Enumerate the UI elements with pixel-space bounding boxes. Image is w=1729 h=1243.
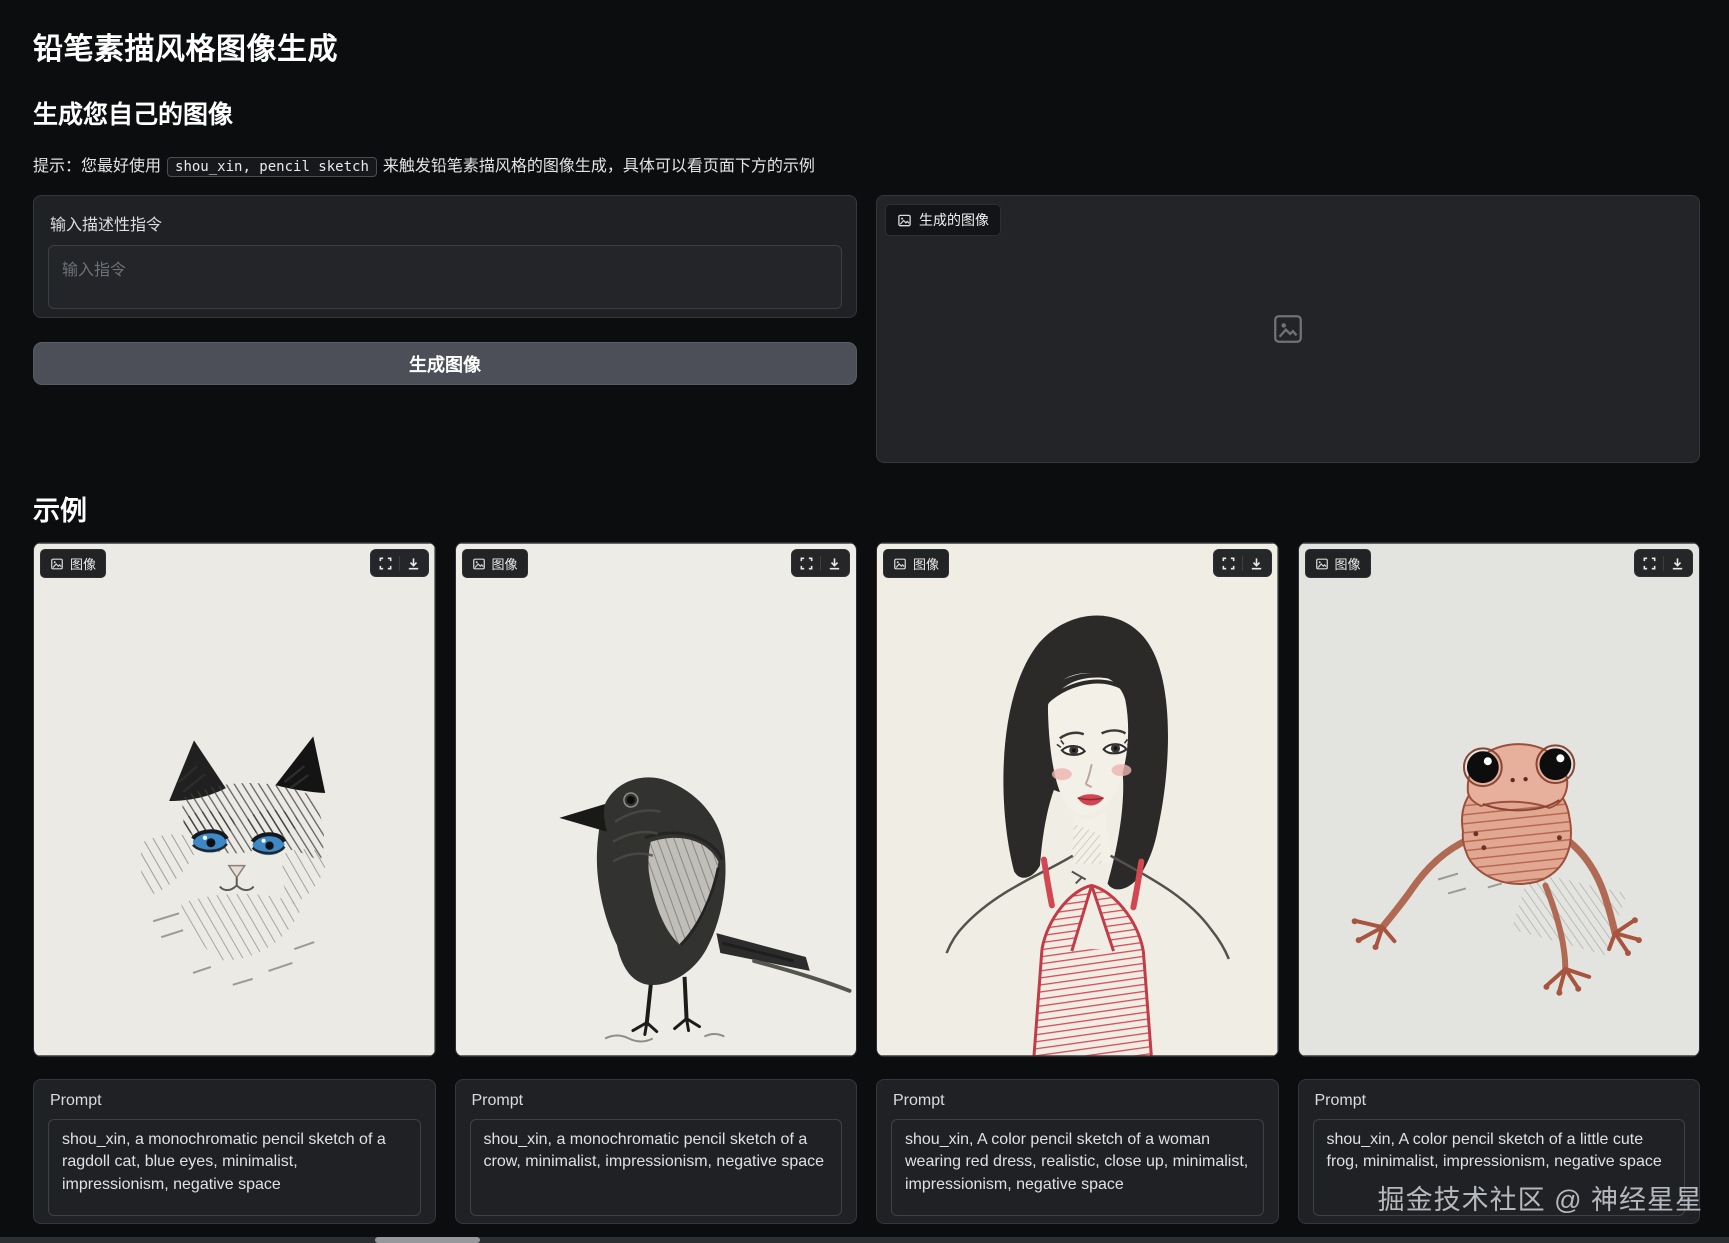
hint-prefix: 提示：您最好使用 bbox=[33, 158, 161, 175]
example-image-woman[interactable]: 图像 bbox=[876, 542, 1279, 1057]
download-button[interactable] bbox=[821, 551, 848, 575]
generated-image-panel: 生成的图像 bbox=[876, 195, 1700, 463]
image-chip: 图像 bbox=[40, 549, 106, 578]
example-image-crow[interactable]: 图像 bbox=[455, 542, 858, 1057]
fullscreen-icon bbox=[1221, 556, 1236, 571]
image-chip: 图像 bbox=[462, 549, 528, 578]
prompt-label: Prompt bbox=[893, 1092, 1264, 1110]
generate-button[interactable]: 生成图像 bbox=[33, 342, 857, 385]
crow-sketch-drawing bbox=[456, 543, 857, 1056]
prompt-panel: Prompt shou_xin, a monochromatic pencil … bbox=[33, 1079, 436, 1224]
prompt-panel: Prompt shou_xin, A color pencil sketch o… bbox=[876, 1079, 1279, 1224]
prompt-text[interactable]: shou_xin, A color pencil sketch of a wom… bbox=[891, 1119, 1264, 1216]
prompt-text[interactable]: shou_xin, a monochromatic pencil sketch … bbox=[470, 1119, 843, 1216]
image-chip-label: 图像 bbox=[913, 554, 939, 573]
fullscreen-icon bbox=[1642, 556, 1657, 571]
examples-heading: 示例 bbox=[33, 489, 1700, 528]
example-card-frog: 图像 bbox=[1298, 542, 1701, 1243]
download-icon bbox=[1670, 556, 1685, 571]
example-image-cat[interactable]: 图像 bbox=[33, 542, 436, 1057]
image-toolbar bbox=[1213, 549, 1272, 577]
image-chip-label: 图像 bbox=[70, 554, 96, 573]
generator-input-column: 输入描述性指令 生成图像 bbox=[33, 195, 857, 463]
horizontal-scrollbar-thumb[interactable] bbox=[375, 1237, 480, 1243]
image-placeholder-icon bbox=[1271, 312, 1305, 346]
prompt-panel: Prompt shou_xin, a monochromatic pencil … bbox=[455, 1079, 858, 1224]
image-chip: 图像 bbox=[1305, 549, 1371, 578]
fullscreen-button[interactable] bbox=[1636, 551, 1663, 575]
image-icon bbox=[893, 557, 907, 571]
image-icon bbox=[897, 213, 912, 228]
cat-sketch-drawing bbox=[34, 543, 435, 1056]
generated-image-chip: 生成的图像 bbox=[885, 204, 1001, 236]
download-icon bbox=[827, 556, 842, 571]
page-title: 铅笔素描风格图像生成 bbox=[33, 24, 1700, 68]
example-card-woman: 图像 bbox=[876, 542, 1279, 1243]
fullscreen-icon bbox=[799, 556, 814, 571]
prompt-label: Prompt bbox=[472, 1092, 843, 1110]
prompt-input-panel: 输入描述性指令 bbox=[33, 195, 857, 318]
examples-grid: 图像 bbox=[33, 542, 1700, 1243]
download-icon bbox=[406, 556, 421, 571]
image-chip: 图像 bbox=[883, 549, 949, 578]
download-button[interactable] bbox=[400, 551, 427, 575]
fullscreen-button[interactable] bbox=[372, 551, 399, 575]
image-toolbar bbox=[1634, 549, 1693, 577]
prompt-input-label: 输入描述性指令 bbox=[50, 211, 842, 235]
community-watermark: 掘金技术社区 @ 神经星星 bbox=[1378, 1178, 1703, 1217]
image-toolbar bbox=[370, 549, 429, 577]
example-image-frog[interactable]: 图像 bbox=[1298, 542, 1701, 1057]
fullscreen-icon bbox=[378, 556, 393, 571]
fullscreen-button[interactable] bbox=[1215, 551, 1242, 575]
app-page: 铅笔素描风格图像生成 生成您自己的图像 提示：您最好使用 shou_xin, pe… bbox=[0, 0, 1729, 1243]
image-toolbar bbox=[791, 549, 850, 577]
trigger-word-code: shou_xin, pencil sketch bbox=[167, 157, 377, 177]
example-card-cat: 图像 bbox=[33, 542, 436, 1243]
generator-row: 输入描述性指令 生成图像 生成的图像 bbox=[33, 195, 1700, 463]
frog-sketch-drawing bbox=[1299, 543, 1700, 1056]
woman-sketch-drawing bbox=[877, 543, 1278, 1056]
prompt-text[interactable]: shou_xin, a monochromatic pencil sketch … bbox=[48, 1119, 421, 1216]
prompt-label: Prompt bbox=[50, 1092, 421, 1110]
image-icon bbox=[472, 557, 486, 571]
example-card-crow: 图像 bbox=[455, 542, 858, 1243]
image-chip-label: 图像 bbox=[492, 554, 518, 573]
usage-hint: 提示：您最好使用 shou_xin, pencil sketch 来触发铅笔素描风格… bbox=[33, 152, 1700, 176]
download-icon bbox=[1249, 556, 1264, 571]
generated-image-label: 生成的图像 bbox=[919, 210, 989, 230]
download-button[interactable] bbox=[1243, 551, 1270, 575]
page-subtitle: 生成您自己的图像 bbox=[33, 95, 1700, 131]
image-icon bbox=[1315, 557, 1329, 571]
prompt-label: Prompt bbox=[1315, 1092, 1686, 1110]
image-icon bbox=[50, 557, 64, 571]
image-chip-label: 图像 bbox=[1335, 554, 1361, 573]
download-button[interactable] bbox=[1664, 551, 1691, 575]
hint-suffix: 来触发铅笔素描风格的图像生成，具体可以看页面下方的示例 bbox=[383, 158, 815, 175]
fullscreen-button[interactable] bbox=[793, 551, 820, 575]
horizontal-scrollbar-track[interactable] bbox=[0, 1237, 1729, 1243]
prompt-input[interactable] bbox=[48, 245, 842, 309]
